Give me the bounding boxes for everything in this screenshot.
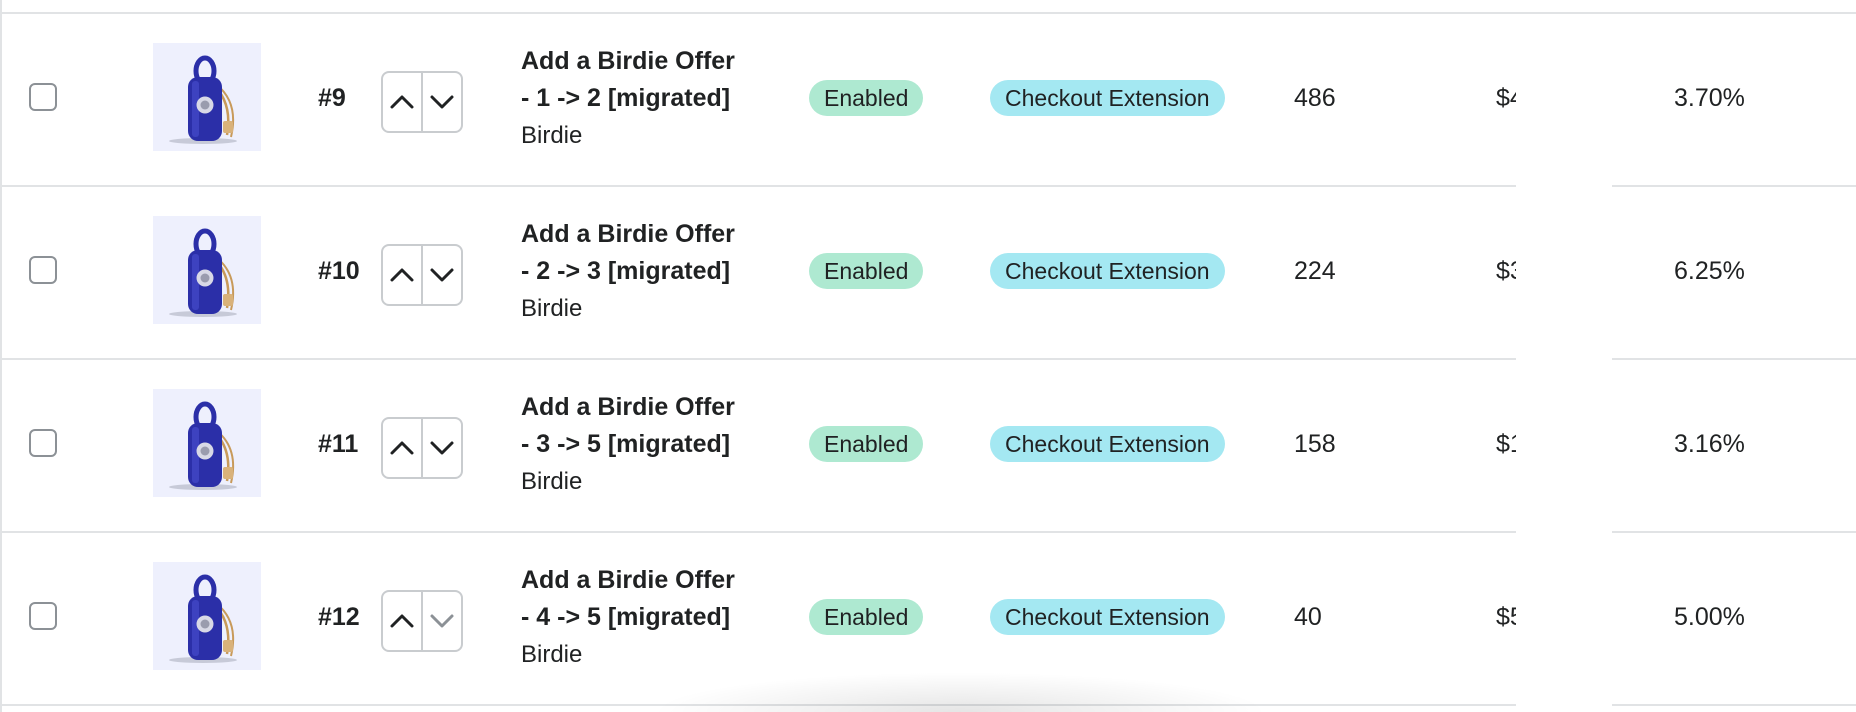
- status-badge: Enabled: [809, 599, 924, 635]
- conversion-rate: 3.70%: [1674, 84, 1745, 112]
- offer-views: 486: [1294, 84, 1336, 112]
- offer-title-line1: Add a Birdie Offer: [521, 566, 735, 594]
- row-checkbox[interactable]: [29, 83, 57, 111]
- chevron-down-icon: [430, 441, 454, 455]
- product-image: [169, 228, 237, 317]
- offer-title-line2: - 2 -> 3 [migrated]: [521, 257, 731, 285]
- offer-title-link[interactable]: Add a Birdie Offer - 2 -> 3 [migrated]: [521, 216, 761, 290]
- product-image: [169, 574, 237, 663]
- move-down-button[interactable]: [421, 592, 461, 650]
- product-thumbnail: [153, 43, 261, 151]
- status-badge: Enabled: [809, 80, 924, 116]
- offer-rank: #9: [318, 84, 346, 112]
- move-down-button[interactable]: [421, 73, 461, 131]
- offer-revenue: $3: [1496, 257, 1516, 285]
- chevron-up-icon: [390, 614, 414, 628]
- product-image: [169, 401, 237, 490]
- reorder-stepper: [381, 244, 463, 306]
- move-up-button[interactable]: [383, 592, 421, 650]
- offer-views: 158: [1294, 430, 1336, 458]
- chevron-up-icon: [390, 95, 414, 109]
- offer-type-badge: Checkout Extension: [990, 426, 1225, 462]
- offer-title-line1: Add a Birdie Offer: [521, 393, 735, 421]
- reorder-stepper: [381, 590, 463, 652]
- move-up-button[interactable]: [383, 73, 421, 131]
- offer-vendor: Birdie: [521, 122, 583, 149]
- offer-title-line1: Add a Birdie Offer: [521, 220, 735, 248]
- offer-title-line2: - 3 -> 5 [migrated]: [521, 430, 731, 458]
- offer-views: 40: [1294, 603, 1322, 631]
- move-down-button[interactable]: [421, 246, 461, 304]
- offer-revenue: $1: [1496, 430, 1516, 458]
- chevron-down-icon: [430, 614, 454, 628]
- conversion-rate: 3.16%: [1674, 430, 1745, 458]
- conversion-rate: 6.25%: [1674, 257, 1745, 285]
- offer-revenue: $4: [1496, 84, 1516, 112]
- offer-rank: #10: [318, 257, 360, 285]
- product-thumbnail: [153, 216, 261, 324]
- move-down-button[interactable]: [421, 419, 461, 477]
- offer-title-line2: - 1 -> 2 [migrated]: [521, 84, 731, 112]
- offer-title-line2: - 4 -> 5 [migrated]: [521, 603, 731, 631]
- product-image: [169, 55, 237, 144]
- chevron-down-icon: [430, 268, 454, 282]
- offer-type-badge: Checkout Extension: [990, 599, 1225, 635]
- offer-title-link[interactable]: Add a Birdie Offer - 3 -> 5 [migrated]: [521, 389, 761, 463]
- floating-shadow: [650, 672, 1270, 712]
- chevron-up-icon: [390, 268, 414, 282]
- row-checkbox[interactable]: [29, 602, 57, 630]
- table-row: #9 Add a Birdie Offer - 1 -> 2 [migrated…: [0, 14, 1856, 187]
- offer-rank: #11: [318, 430, 359, 458]
- offer-type-badge: Checkout Extension: [990, 80, 1225, 116]
- offer-title-link[interactable]: Add a Birdie Offer - 4 -> 5 [migrated]: [521, 562, 761, 636]
- offer-vendor: Birdie: [521, 468, 583, 495]
- chevron-up-icon: [390, 441, 414, 455]
- reorder-stepper: [381, 417, 463, 479]
- offer-title-link[interactable]: Add a Birdie Offer - 1 -> 2 [migrated]: [521, 43, 761, 117]
- row-checkbox[interactable]: [29, 429, 57, 457]
- offer-type-badge: Checkout Extension: [990, 253, 1225, 289]
- offer-views: 224: [1294, 257, 1336, 285]
- status-badge: Enabled: [809, 253, 924, 289]
- offer-revenue: $5: [1496, 603, 1516, 631]
- product-thumbnail: [153, 389, 261, 497]
- chevron-down-icon: [430, 95, 454, 109]
- move-up-button[interactable]: [383, 246, 421, 304]
- offer-rank: #12: [318, 603, 360, 631]
- overlay-panel: [1516, 170, 1612, 712]
- reorder-stepper: [381, 71, 463, 133]
- product-thumbnail: [153, 562, 261, 670]
- offer-vendor: Birdie: [521, 295, 583, 322]
- offer-vendor: Birdie: [521, 641, 583, 668]
- offer-title-line1: Add a Birdie Offer: [521, 47, 735, 75]
- move-up-button[interactable]: [383, 419, 421, 477]
- conversion-rate: 5.00%: [1674, 603, 1745, 631]
- status-badge: Enabled: [809, 426, 924, 462]
- row-checkbox[interactable]: [29, 256, 57, 284]
